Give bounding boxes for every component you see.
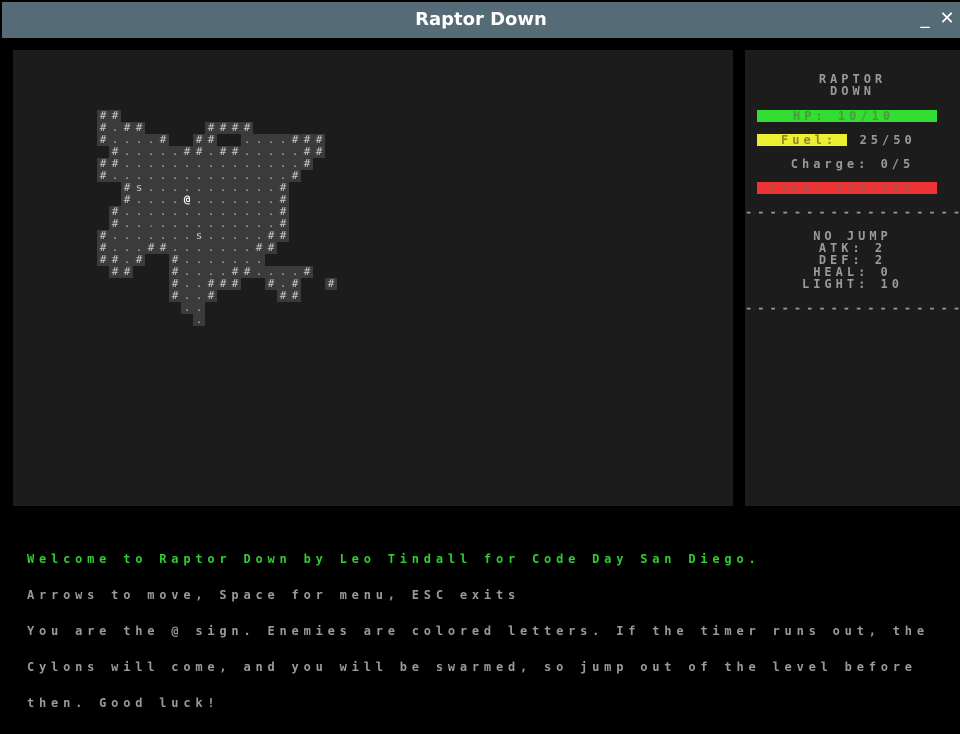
wall-tile: # bbox=[97, 134, 109, 146]
wall-tile: # bbox=[97, 254, 109, 266]
separator-top: ------------------ bbox=[745, 205, 960, 219]
wall-tile: # bbox=[277, 290, 289, 302]
wall-tile: # bbox=[265, 242, 277, 254]
fuel-value: 25/50 bbox=[859, 133, 916, 147]
window-title: Raptor Down bbox=[415, 9, 547, 30]
wall-tile: # bbox=[205, 290, 217, 302]
log-line-intro-2: Cylons will come, and you will be swarme… bbox=[27, 660, 917, 674]
wall-tile: # bbox=[289, 170, 301, 182]
floor-tile: . bbox=[109, 170, 121, 182]
minimize-button[interactable]: _ bbox=[914, 8, 936, 30]
game-window: # # #. # # # # # # #.... # # #.... # # # #..... # #. # #....… bbox=[0, 38, 960, 709]
wall-tile: # bbox=[169, 290, 181, 302]
status-panel: RAPTOR DOWN HP: 10/10 Fuel: 25/50 Charge… bbox=[745, 50, 960, 506]
time-bar: Time: 150/150 bbox=[757, 182, 937, 194]
charge-readout: Charge: 0/5 bbox=[790, 157, 915, 171]
close-icon[interactable]: ✕ bbox=[936, 8, 958, 30]
wall-tile: # bbox=[217, 122, 229, 134]
wall-tile: # bbox=[301, 266, 313, 278]
wall-tile: # bbox=[313, 146, 325, 158]
message-log: Welcome to Raptor Down by Leo Tindall fo… bbox=[27, 529, 929, 733]
wall-tile: # bbox=[277, 230, 289, 242]
log-line-controls: Arrows to move, Space for menu, ESC exit… bbox=[27, 588, 521, 602]
separator-bottom: ------------------ bbox=[745, 301, 960, 315]
title-bar: Raptor Down _ ✕ bbox=[2, 2, 960, 38]
wall-tile: # bbox=[301, 158, 313, 170]
wall-tile: # bbox=[265, 278, 277, 290]
wall-tile: # bbox=[229, 278, 241, 290]
log-line-intro-1: You are the @ sign. Enemies are colored … bbox=[27, 624, 929, 638]
time-label: Time: 150/150 bbox=[769, 181, 915, 195]
hp-bar: HP: 10/10 bbox=[757, 110, 937, 122]
hp-value: 10/10 bbox=[837, 109, 895, 123]
floor-tile: . bbox=[181, 302, 193, 314]
wall-tile: # bbox=[325, 278, 337, 290]
wall-tile: # bbox=[97, 170, 109, 182]
game-logo-line2: DOWN bbox=[830, 84, 875, 98]
charge-value: 0/5 bbox=[880, 157, 915, 171]
stat-light: LIGHT: 10 bbox=[801, 277, 904, 291]
time-value: 150/150 bbox=[836, 181, 915, 195]
hp-label: HP: 10/10 bbox=[793, 109, 895, 123]
wall-tile: # bbox=[121, 266, 133, 278]
floor-tile: . bbox=[193, 314, 205, 326]
dungeon-map: # # #. # # # # # # #.... # # #.... # # # #..... # #. # #....… bbox=[13, 50, 733, 506]
fuel-bar: Fuel: 25/50 bbox=[757, 134, 937, 146]
floor-tile: . bbox=[253, 266, 265, 278]
wall-tile: # bbox=[241, 266, 253, 278]
wall-tile: # bbox=[109, 266, 121, 278]
wall-tile: # bbox=[289, 290, 301, 302]
log-line-intro-3: then. Good luck! bbox=[27, 696, 220, 710]
log-line-welcome: Welcome to Raptor Down by Leo Tindall fo… bbox=[27, 552, 761, 566]
wall-tile: # bbox=[229, 122, 241, 134]
wall-tile: # bbox=[157, 242, 169, 254]
fuel-label: Fuel: 25/50 bbox=[781, 133, 916, 147]
wall-tile: # bbox=[133, 254, 145, 266]
wall-tile: # bbox=[145, 242, 157, 254]
wall-tile: # bbox=[217, 278, 229, 290]
